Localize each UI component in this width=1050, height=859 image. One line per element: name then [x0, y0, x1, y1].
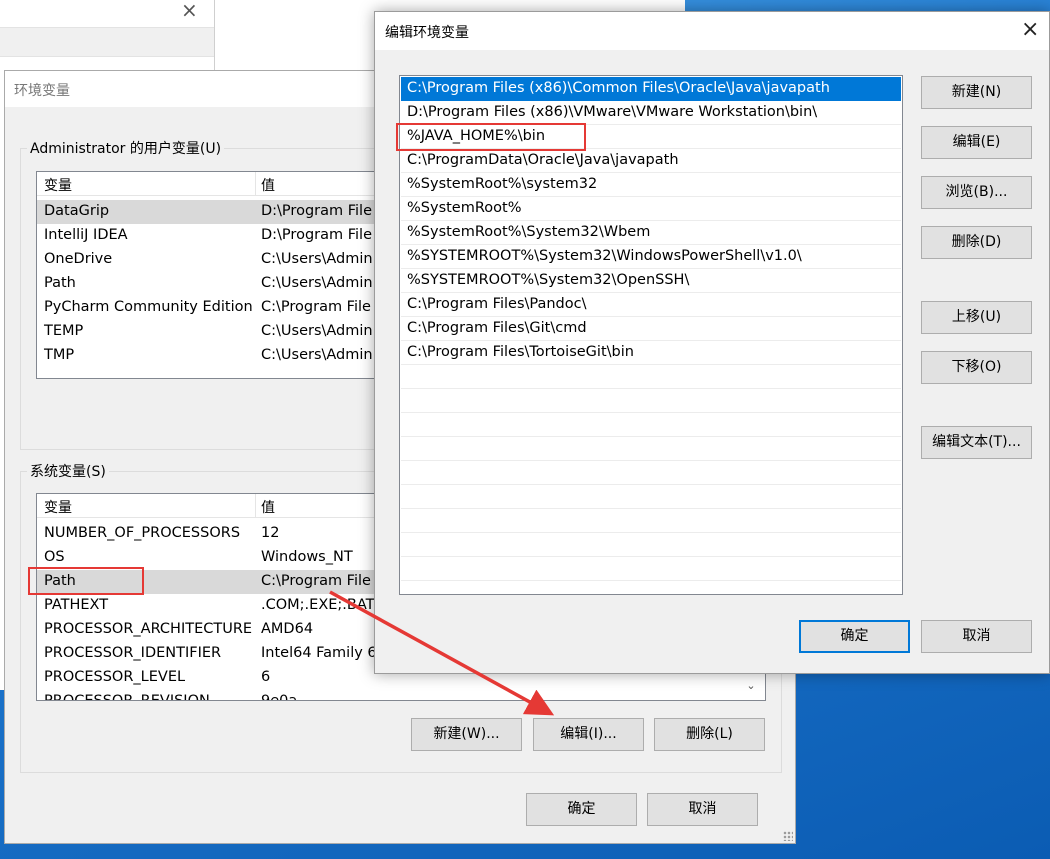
column-header-value[interactable]: 值: [261, 497, 275, 517]
path-text: %SystemRoot%\System32\Wbem: [407, 224, 651, 240]
var-name: PROCESSOR_LEVEL: [44, 669, 186, 685]
var-value: 12: [261, 525, 280, 541]
path-entry[interactable]: D:\Program Files (x86)\VMware\VMware Wor…: [401, 101, 901, 125]
var-name: DataGrip: [44, 203, 110, 219]
path-entry[interactable]: %SystemRoot%\system32: [401, 173, 901, 197]
var-name: OS: [44, 549, 65, 565]
empty-row[interactable]: [401, 533, 901, 557]
column-header-variable[interactable]: 变量: [44, 497, 72, 517]
column-separator[interactable]: [255, 494, 256, 518]
path-entry[interactable]: C:\Program Files\Pandoc\: [401, 293, 901, 317]
var-name: Path: [44, 275, 76, 291]
var-value: Intel64 Family 6: [261, 645, 377, 661]
path-entry[interactable]: %SystemRoot%\System32\Wbem: [401, 221, 901, 245]
var-value: 9e0a: [261, 693, 298, 701]
empty-row[interactable]: [401, 509, 901, 533]
path-text: %SystemRoot%: [407, 200, 522, 216]
edit-text-button[interactable]: 编辑文本(T)...: [921, 426, 1032, 459]
dialog-title: 环境变量: [14, 83, 70, 99]
var-name: PROCESSOR_IDENTIFIER: [44, 645, 222, 661]
path-text: %SYSTEMROOT%\System32\OpenSSH\: [407, 272, 690, 288]
path-text: %SYSTEMROOT%\System32\WindowsPowerShell\…: [407, 248, 802, 264]
highlight-java-home-box: [396, 123, 586, 151]
var-value: C:\Users\Admin: [261, 347, 373, 363]
empty-row[interactable]: [401, 557, 901, 581]
path-text: C:\ProgramData\Oracle\Java\javapath: [407, 152, 679, 168]
path-entry[interactable]: %SystemRoot%: [401, 197, 901, 221]
var-value: AMD64: [261, 621, 314, 637]
empty-row[interactable]: [401, 365, 901, 389]
var-value: C:\Program File: [261, 299, 371, 315]
resize-grip-icon[interactable]: [783, 831, 793, 841]
var-name: IntelliJ IDEA: [44, 227, 128, 243]
ok-button[interactable]: 确定: [799, 620, 910, 653]
edit-button[interactable]: 编辑(E): [921, 126, 1032, 159]
path-entry[interactable]: C:\ProgramData\Oracle\Java\javapath: [401, 149, 901, 173]
delete-button[interactable]: 删除(D): [921, 226, 1032, 259]
var-name: PROCESSOR_ARCHITECTURE: [44, 621, 253, 637]
var-value: C:\Users\Admin: [261, 251, 373, 267]
var-name: OneDrive: [44, 251, 113, 267]
dialog-title: 编辑环境变量: [385, 25, 469, 41]
var-value: C:\Users\Admin: [261, 275, 373, 291]
system-var-row[interactable]: PROCESSOR_REVISION 9e0a: [37, 690, 765, 701]
system-edit-button[interactable]: 编辑(I)...: [533, 718, 644, 751]
var-value: 6: [261, 669, 271, 685]
path-text: C:\Program Files\Pandoc\: [407, 296, 587, 312]
close-icon[interactable]: ×: [1021, 19, 1039, 41]
var-name: TMP: [44, 347, 75, 363]
var-name: PyCharm Community Edition: [44, 299, 253, 315]
empty-row[interactable]: [401, 485, 901, 509]
column-header-variable[interactable]: 变量: [44, 175, 72, 195]
cancel-button[interactable]: 取消: [921, 620, 1032, 653]
edit-environment-variable-dialog: 编辑环境变量 × C:\Program Files (x86)\Common F…: [374, 11, 1050, 674]
move-up-button[interactable]: 上移(U): [921, 301, 1032, 334]
path-entry[interactable]: C:\Program Files\Git\cmd: [401, 317, 901, 341]
var-name: PROCESSOR_REVISION: [44, 693, 210, 701]
path-entry[interactable]: C:\Program Files\TortoiseGit\bin: [401, 341, 901, 365]
user-variables-label: Administrator 的用户变量(U): [27, 138, 225, 158]
path-text: %SystemRoot%\system32: [407, 176, 598, 192]
path-entry[interactable]: %SYSTEMROOT%\System32\OpenSSH\: [401, 269, 901, 293]
empty-row[interactable]: [401, 437, 901, 461]
path-entry[interactable]: %SYSTEMROOT%\System32\WindowsPowerShell\…: [401, 245, 901, 269]
var-value: Windows_NT: [261, 549, 353, 565]
empty-row[interactable]: [401, 389, 901, 413]
new-button[interactable]: 新建(N): [921, 76, 1032, 109]
path-entry[interactable]: C:\Program Files (x86)\Common Files\Orac…: [401, 77, 901, 101]
var-value: D:\Program File: [261, 227, 372, 243]
path-text: C:\Program Files (x86)\Common Files\Orac…: [407, 80, 830, 96]
var-value: D:\Program File: [261, 203, 372, 219]
path-text: C:\Program Files\TortoiseGit\bin: [407, 344, 634, 360]
path-text: D:\Program Files (x86)\VMware\VMware Wor…: [407, 104, 818, 120]
title-bar: 编辑环境变量 ×: [375, 12, 1049, 50]
browse-button[interactable]: 浏览(B)...: [921, 176, 1032, 209]
column-header-value[interactable]: 值: [261, 175, 275, 195]
scroll-down-icon[interactable]: ⌄: [743, 679, 759, 697]
system-variables-label: 系统变量(S): [27, 461, 109, 481]
move-down-button[interactable]: 下移(O): [921, 351, 1032, 384]
var-value: C:\Program File: [261, 573, 371, 589]
cancel-button[interactable]: 取消: [647, 793, 758, 826]
var-value: C:\Users\Admin: [261, 323, 373, 339]
empty-row[interactable]: [401, 413, 901, 437]
system-delete-button[interactable]: 删除(L): [654, 718, 765, 751]
empty-row[interactable]: [401, 461, 901, 485]
path-entries-list[interactable]: C:\Program Files (x86)\Common Files\Orac…: [399, 75, 903, 595]
system-new-button[interactable]: 新建(W)...: [411, 718, 522, 751]
column-separator[interactable]: [255, 172, 256, 196]
var-name: NUMBER_OF_PROCESSORS: [44, 525, 241, 541]
ok-button[interactable]: 确定: [526, 793, 637, 826]
close-icon[interactable]: ×: [181, 0, 198, 22]
var-value: .COM;.EXE;.BAT: [261, 597, 375, 613]
var-name: PATHEXT: [44, 597, 109, 613]
path-text: C:\Program Files\Git\cmd: [407, 320, 587, 336]
var-name: TEMP: [44, 323, 84, 339]
highlight-path-box: [28, 567, 144, 595]
background-window-strip: [0, 27, 214, 57]
